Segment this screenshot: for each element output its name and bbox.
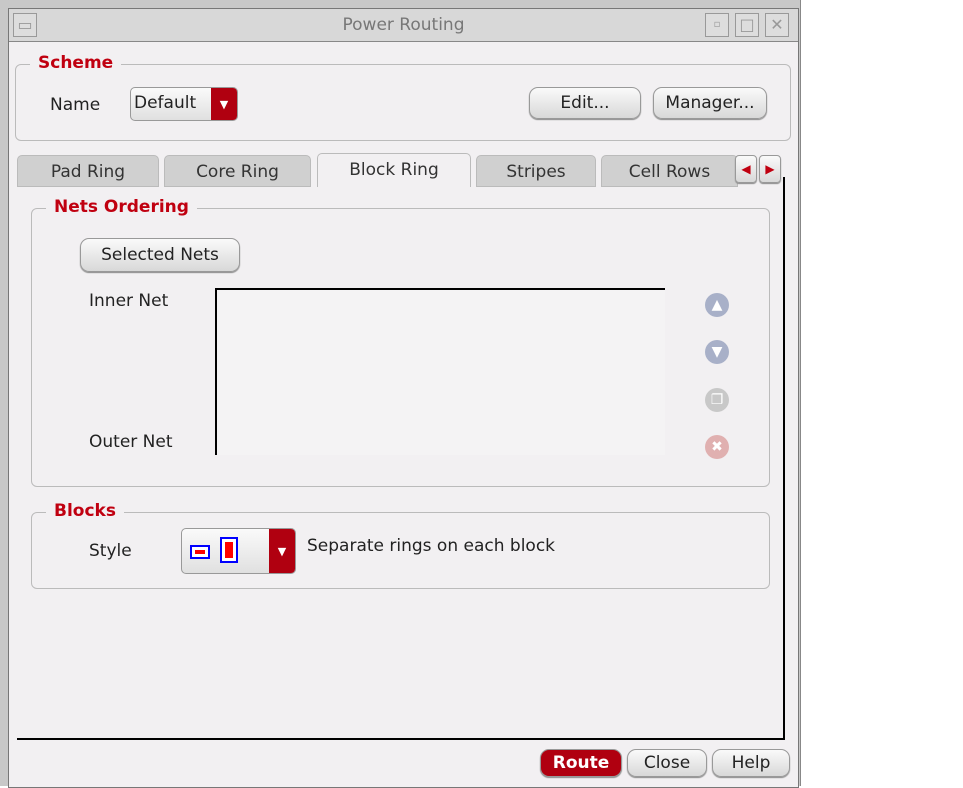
scheme-legend: Scheme bbox=[30, 53, 122, 73]
blocks-legend: Blocks bbox=[46, 501, 124, 521]
edit-button[interactable]: Edit... bbox=[529, 87, 641, 119]
window: ▭ Power Routing ▫ □ ✕ Scheme Name Defaul… bbox=[0, 0, 801, 788]
blocks-group: Blocks Style ▼ Separate rings on each bl… bbox=[31, 501, 770, 589]
chevron-down-icon: ▼ bbox=[211, 88, 237, 120]
nets-ordering-group: Nets Ordering Selected Nets Inner Net Ou… bbox=[31, 197, 770, 487]
manager-button[interactable]: Manager... bbox=[653, 87, 767, 119]
chevron-down-icon: ▼ bbox=[269, 529, 295, 573]
window-title: Power Routing bbox=[342, 15, 465, 35]
help-button[interactable]: Help bbox=[712, 749, 790, 777]
close-button[interactable]: Close bbox=[627, 749, 707, 777]
outer-net-label: Outer Net bbox=[89, 432, 173, 452]
separate-rings-icon bbox=[190, 545, 210, 559]
nets-ordering-legend: Nets Ordering bbox=[46, 197, 197, 217]
delete-icon[interactable]: ✖ bbox=[705, 435, 729, 459]
route-button[interactable]: Route bbox=[540, 749, 622, 777]
close-window-button[interactable]: ✕ bbox=[765, 13, 789, 37]
separate-rings-icon-2 bbox=[220, 537, 238, 563]
minimize-button[interactable]: ▫ bbox=[705, 13, 729, 37]
move-down-icon[interactable]: ▼ bbox=[705, 340, 729, 364]
title-bar[interactable]: ▭ Power Routing ▫ □ ✕ bbox=[9, 9, 798, 42]
scheme-name-value: Default bbox=[134, 93, 197, 113]
scheme-group: Scheme Name Default ▼ Edit... Manager... bbox=[15, 53, 791, 141]
style-label: Style bbox=[89, 541, 132, 561]
inner-net-label: Inner Net bbox=[89, 291, 169, 311]
name-label: Name bbox=[50, 95, 101, 115]
window-menu-button[interactable]: ▭ bbox=[13, 13, 37, 37]
copy-icon[interactable]: ❐ bbox=[705, 388, 729, 412]
block-ring-panel: Nets Ordering Selected Nets Inner Net Ou… bbox=[17, 177, 785, 740]
scheme-name-combo[interactable]: Default ▼ bbox=[130, 87, 238, 121]
dialog: ▭ Power Routing ▫ □ ✕ Scheme Name Defaul… bbox=[8, 8, 799, 788]
maximize-button[interactable]: □ bbox=[735, 13, 759, 37]
move-up-icon[interactable]: ▲ bbox=[705, 293, 729, 317]
block-style-combo[interactable]: ▼ bbox=[181, 528, 296, 574]
nets-list[interactable] bbox=[215, 288, 665, 455]
style-description: Separate rings on each block bbox=[307, 536, 556, 556]
selected-nets-button[interactable]: Selected Nets bbox=[80, 238, 240, 272]
